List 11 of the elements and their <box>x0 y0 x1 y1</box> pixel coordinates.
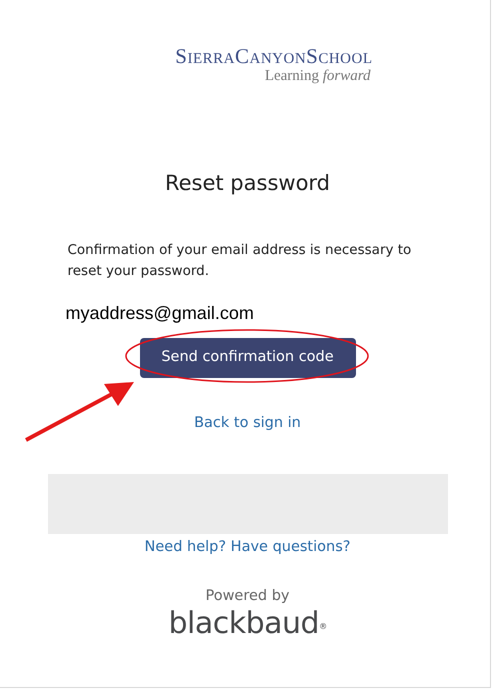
powered-by-text: Powered by <box>205 587 290 606</box>
help-link[interactable]: Need help? Have questions? <box>144 536 350 558</box>
page-title: Reset password <box>164 170 330 197</box>
send-code-button[interactable]: Send confirmation code <box>140 338 356 378</box>
brand-logo: blackbaud$^{®}$ <box>168 606 327 642</box>
back-to-sign-in-link[interactable]: Back to sign in <box>194 412 301 434</box>
arrow-icon <box>24 380 136 442</box>
instructions-text: Confirmation of your email address is necessary to reset your password. <box>68 241 412 281</box>
school-name: SierraCanyonSchool <box>175 44 372 68</box>
email-address: myaddress@gmail.com <box>66 302 255 324</box>
school-tagline: Learning forward <box>264 68 370 84</box>
